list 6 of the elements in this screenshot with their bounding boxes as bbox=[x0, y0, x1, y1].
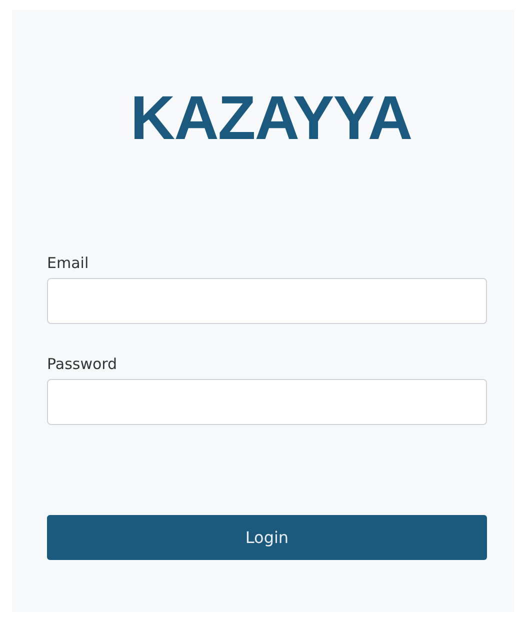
input-field[interactable] bbox=[47, 278, 487, 324]
input-field[interactable] bbox=[47, 379, 487, 425]
field-label: Email bbox=[47, 254, 89, 272]
field-label: Password bbox=[47, 355, 118, 373]
logo: KAZAYYA bbox=[130, 88, 412, 150]
login-button[interactable]: Login bbox=[47, 515, 487, 560]
